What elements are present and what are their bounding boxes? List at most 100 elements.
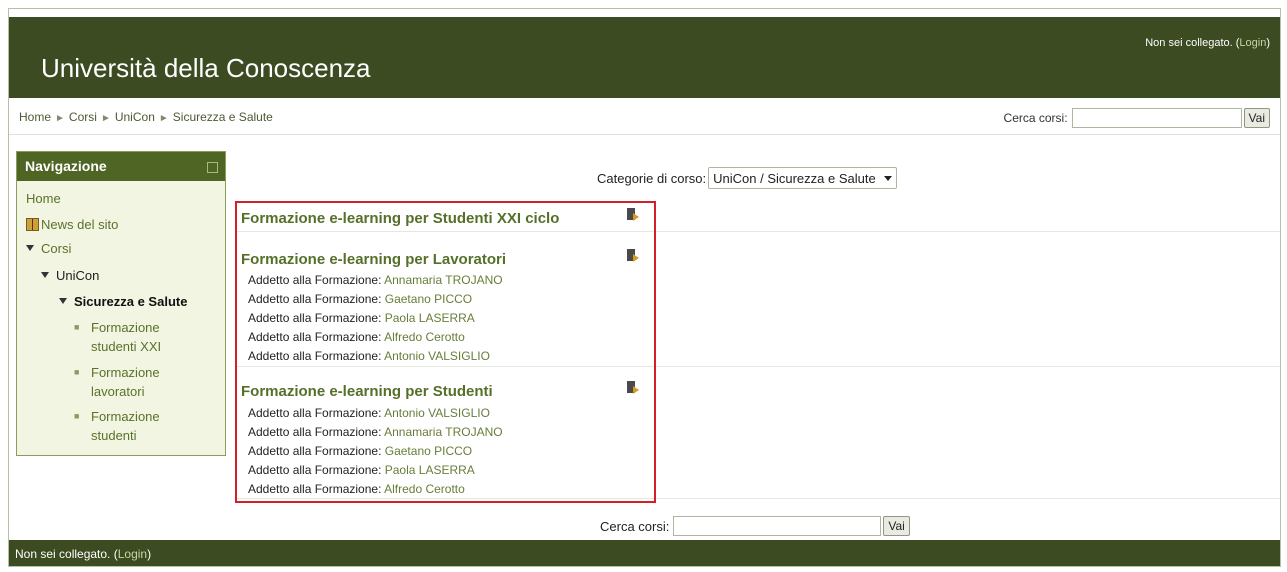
nav-current-label: Sicurezza e Salute [74,294,188,309]
breadcrumb-separator-icon: ► [55,113,65,124]
teacher-name[interactable]: Antonio VALSIGLIO [384,349,490,363]
navigation-block: Navigazione Home News del sito Corsi Uni… [16,151,226,456]
teacher-role: Addetto alla Formazione [248,273,379,287]
footer-login-link[interactable]: Login [118,547,147,561]
footer-login-info: Non sei collegato. (Login) [15,547,151,561]
nav-home-link[interactable]: Home [26,191,61,206]
bullet-icon: ■ [74,367,80,377]
nav-sub-item-lavoratori[interactable]: Formazione lavoratori [91,363,160,401]
bullet-icon: ■ [74,322,80,332]
navigation-header: Navigazione [17,152,225,181]
nav-sub-line[interactable]: studenti XXI [91,339,161,354]
teacher-role: Addetto alla Formazione [248,330,379,344]
nav-item-unicon[interactable]: UniCon [41,268,99,283]
login-link[interactable]: Login [1239,37,1266,49]
expand-down-icon [59,298,67,304]
course-teacher: Addetto alla Formazione: Annamaria TROJA… [248,425,503,439]
search-submit-button[interactable]: Vai [1243,108,1270,128]
nav-sub-line[interactable]: lavoratori [91,384,144,399]
course-teacher: Addetto alla Formazione: Alfredo Cerotto [248,482,465,496]
course-summary-icon[interactable] [627,249,639,263]
teacher-name[interactable]: Paola LASERRA [385,311,475,325]
teacher-name[interactable]: Paola LASERRA [385,463,475,477]
footer-login-prefix: Non sei collegato. ( [15,547,118,561]
nav-sub-line[interactable]: Formazione [91,409,160,424]
teacher-name[interactable]: Annamaria TROJANO [384,273,502,287]
navigation-title: Navigazione [25,158,107,174]
course-search-bottom: Cerca corsi: Vai [600,516,910,536]
teacher-name[interactable]: Alfredo Cerotto [384,330,465,344]
bullet-icon: ■ [74,411,80,421]
breadcrumb-unicon[interactable]: UniCon [115,110,155,124]
site-footer: Non sei collegato. (Login) [9,540,1280,566]
collapse-icon[interactable] [207,162,218,173]
login-info: Non sei collegato. (Login) [1145,37,1270,49]
course-title-studenti-xxi[interactable]: Formazione e-learning per Studenti XXI c… [241,210,559,227]
teacher-role: Addetto alla Formazione [248,425,379,439]
site-title: Università della Conoscenza [41,53,371,83]
site-header: Università della Conoscenza Non sei coll… [9,17,1280,98]
nav-sub-line[interactable]: Formazione [91,320,160,335]
search-input[interactable] [1071,108,1242,128]
teacher-name[interactable]: Gaetano PICCO [385,444,472,458]
login-prefix: Non sei collegato. ( [1145,37,1240,49]
nav-unicon-label: UniCon [56,268,100,283]
expand-down-icon [41,272,49,278]
page-frame: Università della Conoscenza Non sei coll… [8,8,1281,567]
arrow-icon [633,213,639,221]
teacher-name[interactable]: Annamaria TROJANO [384,425,502,439]
search-label: Cerca corsi: [600,518,670,534]
category-selector-row: Categorie di corso: UniCon / Sicurezza e… [597,167,897,189]
arrow-icon [633,254,639,262]
teacher-role: Addetto alla Formazione [248,349,379,363]
search-submit-button-bottom[interactable]: Vai [883,516,910,536]
chevron-down-icon [883,175,892,181]
course-teacher: Addetto alla Formazione: Annamaria TROJA… [248,273,503,287]
nav-corsi-link[interactable]: Corsi [41,241,71,256]
teacher-name[interactable]: Alfredo Cerotto [384,482,465,496]
course-teacher: Addetto alla Formazione: Gaetano PICCO [248,292,473,306]
course-teacher: Addetto alla Formazione: Paola LASERRA [248,311,475,325]
breadcrumb-home[interactable]: Home [19,110,51,124]
forum-icon [26,218,39,231]
course-summary-icon[interactable] [627,381,639,395]
footer-login-suffix: ) [147,547,152,561]
arrow-icon [633,386,639,394]
breadcrumb-corsi[interactable]: Corsi [69,110,97,124]
teacher-name[interactable]: Antonio VALSIGLIO [384,406,490,420]
breadcrumb-separator-icon: ► [158,113,169,124]
teacher-role: Addetto alla Formazione [248,292,379,306]
category-select[interactable]: UniCon / Sicurezza e Salute [708,167,897,189]
nav-item-news[interactable]: News del sito [26,217,118,232]
nav-sub-item-studenti[interactable]: Formazione studenti [91,407,160,445]
teacher-name[interactable]: Gaetano PICCO [385,292,472,306]
nav-news-link[interactable]: News del sito [41,217,118,232]
login-suffix: ) [1266,37,1270,49]
teacher-role: Addetto alla Formazione [248,463,379,477]
nav-item-home[interactable]: Home [26,191,61,206]
expand-down-icon [26,245,34,251]
course-teacher: Addetto alla Formazione: Paola LASERRA [248,463,475,477]
course-summary-icon[interactable] [627,208,639,222]
category-selected-value: UniCon / Sicurezza e Salute [713,170,876,186]
course-teacher: Addetto alla Formazione: Gaetano PICCO [248,444,473,458]
course-title-lavoratori[interactable]: Formazione e-learning per Lavoratori [241,251,506,268]
course-search-top: Cerca corsi: Vai [1004,108,1270,128]
course-teacher: Addetto alla Formazione: Antonio VALSIGL… [248,406,490,420]
breadcrumb-separator-icon: ► [100,113,111,124]
teacher-role: Addetto alla Formazione [248,482,379,496]
course-teacher: Addetto alla Formazione: Antonio VALSIGL… [248,349,490,363]
nav-sub-item-studenti-xxi[interactable]: Formazione studenti XXI [91,318,161,356]
breadcrumb-sicurezza[interactable]: Sicurezza e Salute [173,110,273,124]
course-title-studenti[interactable]: Formazione e-learning per Studenti [241,383,493,400]
breadcrumb: Home ► Corsi ► UniCon ► Sicurezza e Salute [19,110,273,124]
teacher-role: Addetto alla Formazione [248,311,379,325]
category-label: Categorie di corso: [597,170,707,186]
nav-item-current[interactable]: Sicurezza e Salute [59,294,187,309]
nav-sub-line[interactable]: studenti [91,428,137,443]
nav-item-corsi[interactable]: Corsi [26,241,71,256]
search-input-bottom[interactable] [673,516,882,536]
course-teacher: Addetto alla Formazione: Alfredo Cerotto [248,330,465,344]
search-label: Cerca corsi: [1003,111,1068,125]
nav-sub-line[interactable]: Formazione [91,365,160,380]
